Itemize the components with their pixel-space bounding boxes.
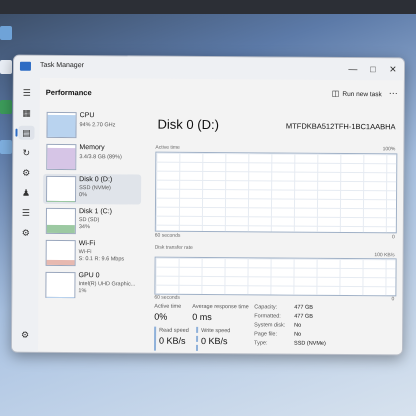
app-history-icon[interactable]: ↻ (18, 146, 34, 160)
maximize-icon[interactable]: □ (366, 62, 380, 76)
run-task-icon: ◫ (331, 88, 340, 98)
detail-value: 477 GB (294, 304, 313, 311)
page-header: Performance ◫ Run new task ⋯ (40, 78, 404, 107)
graph-min-label: 0 (391, 296, 395, 303)
detail-value: No (294, 322, 302, 329)
avg-response-label: Average response time (192, 303, 249, 311)
graph-max-label: 100% (382, 146, 396, 153)
detail-key: Capacity: (254, 304, 278, 311)
resource-usage: S: 0.1 R: 9.6 Mbps (78, 256, 125, 263)
resource-item-cpu[interactable]: CPU 94% 2.70 GHz (43, 110, 141, 141)
resource-item-wifi[interactable]: Wi-Fi Wi-Fi S: 0.1 R: 9.6 Mbps (43, 238, 141, 269)
resource-item-gpu[interactable]: GPU 0 Intel(R) UHD Graphic... 1% (42, 270, 140, 301)
detail-key: Page file: (254, 331, 278, 338)
resource-detail: SD (SD) (78, 217, 100, 224)
more-options-icon[interactable]: ⋯ (389, 88, 398, 99)
resource-usage: 34% (78, 224, 90, 231)
detail-key: Formatted: (254, 313, 281, 320)
gpu-thumbnail-graph (45, 271, 76, 299)
resource-detail: Wi-Fi (78, 249, 92, 256)
graph-time-label: 60 seconds (154, 232, 181, 239)
screen-bezel (0, 0, 416, 14)
transfer-rate-graph (154, 256, 397, 297)
graph-label: Disk transfer rate (154, 244, 193, 251)
minimize-icon[interactable]: — (346, 62, 360, 76)
processes-icon[interactable]: ▦ (19, 106, 35, 120)
details-icon[interactable]: ☰ (18, 206, 34, 220)
desktop-app-icon[interactable] (0, 26, 12, 40)
resource-name: Wi-Fi (78, 240, 96, 248)
resource-detail: Intel(R) UHD Graphic... (78, 281, 136, 288)
settings-icon[interactable]: ⚙ (17, 328, 33, 342)
active-time-graph (154, 151, 398, 234)
disk-0-thumbnail-graph (46, 175, 77, 203)
read-speed-label: Read speed (159, 327, 189, 334)
users-icon[interactable]: ♟ (18, 186, 34, 200)
resource-name: GPU 0 (78, 272, 100, 280)
detail-key: System disk: (254, 322, 286, 329)
memory-thumbnail-graph (46, 143, 77, 171)
startup-apps-icon[interactable]: ⚙ (18, 166, 34, 180)
task-manager-icon (19, 61, 31, 71)
active-time-value: 0% (154, 311, 168, 322)
write-speed-label: Write speed (201, 327, 231, 335)
desktop-app-icon[interactable] (0, 60, 12, 74)
page-title: Performance (45, 87, 92, 98)
graph-min-label: 0 (391, 234, 395, 241)
disk-title: Disk 0 (D:) (157, 116, 220, 133)
resource-name: Memory (79, 144, 105, 152)
write-speed-box: Write speed 0 KB/s (195, 326, 237, 352)
resource-name: Disk 1 (C:) (78, 208, 113, 216)
hamburger-menu-icon[interactable]: ☰ (19, 86, 35, 100)
detail-value: SSD (NVMe) (294, 340, 326, 347)
services-icon[interactable]: ⚙ (18, 226, 34, 240)
task-manager-window: Task Manager — □ ✕ ☰ ▦ ▤ ↻ ⚙ ♟ ☰ ⚙ ⚙ Per… (10, 54, 406, 356)
resource-name: Disk 0 (D:) (79, 176, 113, 184)
desktop-app-icon[interactable] (0, 140, 12, 154)
window-title: Task Manager (39, 61, 84, 70)
disk-detail-panel: Disk 0 (D:) MTFDKBA512TFH-1BC1AABHA Acti… (148, 105, 404, 355)
graph-label: Active time (155, 144, 180, 151)
disk-1-thumbnail-graph (45, 207, 76, 235)
write-speed-value: 0 KB/s (201, 335, 228, 347)
navigation-rail: ☰ ▦ ▤ ↻ ⚙ ♟ ☰ ⚙ ⚙ (11, 77, 40, 352)
cpu-thumbnail-graph (46, 111, 77, 139)
resource-list: CPU 94% 2.70 GHz Memory 3.4/3.8 GB (89%)… (38, 104, 144, 353)
read-speed-box: Read speed 0 KB/s (153, 326, 195, 351)
resource-detail: 94% 2.70 GHz (79, 122, 116, 129)
detail-value: No (294, 331, 302, 338)
desktop-app-icon[interactable] (0, 100, 12, 114)
active-time-label: Active time (154, 303, 182, 310)
close-icon[interactable]: ✕ (386, 62, 400, 76)
graph-time-label: 60 seconds (154, 294, 180, 301)
detail-key: Type: (254, 340, 268, 347)
run-new-task-label: Run new task (342, 90, 382, 99)
resource-detail: 3.4/3.8 GB (89%) (79, 154, 122, 161)
resource-name: CPU (79, 112, 95, 120)
avg-response-value: 0 ms (192, 311, 212, 323)
read-speed-value: 0 KB/s (159, 335, 186, 346)
resource-detail: SSD (NVMe) (79, 185, 111, 192)
performance-icon[interactable]: ▤ (18, 125, 35, 140)
wifi-thumbnail-graph (45, 239, 76, 267)
run-new-task-button[interactable]: ◫ Run new task (332, 89, 382, 98)
detail-value: 477 GB (294, 313, 313, 320)
title-bar[interactable]: Task Manager — □ ✕ (13, 55, 405, 81)
resource-item-disk-0[interactable]: Disk 0 (D:) SSD (NVMe) 0% (43, 173, 142, 205)
disk-model: MTFDKBA512TFH-1BC1AABHA (285, 121, 396, 132)
resource-usage: 0% (79, 192, 88, 199)
resource-item-disk-1[interactable]: Disk 1 (C:) SD (SD) 34% (43, 206, 141, 237)
resource-usage: 1% (78, 288, 87, 295)
resource-item-memory[interactable]: Memory 3.4/3.8 GB (89%) (43, 142, 141, 173)
